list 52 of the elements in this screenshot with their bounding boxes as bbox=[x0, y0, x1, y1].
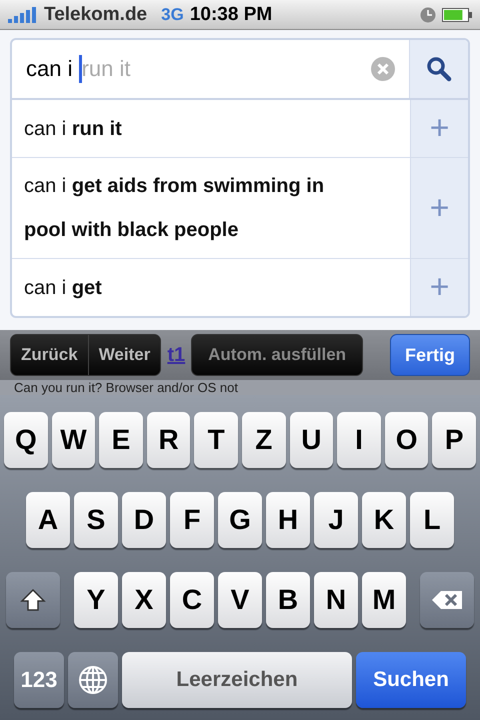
page-text: Can you run it? Browser and/or OS not bbox=[14, 380, 238, 395]
key[interactable]: R bbox=[146, 412, 190, 468]
key[interactable]: L bbox=[410, 492, 454, 548]
key[interactable]: K bbox=[362, 492, 406, 548]
network-type: 3G bbox=[161, 4, 184, 24]
key[interactable]: D bbox=[122, 492, 166, 548]
search-button[interactable] bbox=[409, 40, 468, 98]
key[interactable]: B bbox=[266, 572, 310, 628]
key[interactable]: V bbox=[218, 572, 262, 628]
key[interactable]: H bbox=[266, 492, 310, 548]
key[interactable]: S bbox=[74, 492, 118, 548]
key[interactable]: M bbox=[362, 572, 406, 628]
key[interactable]: Y bbox=[74, 572, 118, 628]
key[interactable]: W bbox=[52, 412, 96, 468]
key[interactable]: Z bbox=[242, 412, 286, 468]
key[interactable]: N bbox=[314, 572, 358, 628]
suggestion-text[interactable]: can i run it bbox=[12, 100, 410, 156]
globe-icon bbox=[78, 665, 108, 695]
search-key[interactable]: Suchen bbox=[356, 652, 466, 708]
key[interactable]: T bbox=[194, 412, 238, 468]
clock-time: 10:38 PM bbox=[190, 4, 272, 26]
shift-key[interactable] bbox=[6, 572, 60, 628]
key[interactable]: O bbox=[384, 412, 428, 468]
search-icon bbox=[426, 56, 452, 82]
nav-button[interactable]: Zurück bbox=[11, 335, 88, 375]
globe-key[interactable] bbox=[68, 652, 118, 708]
suggestion-text[interactable]: can i get aids from swimming in pool with black people bbox=[12, 158, 410, 258]
key[interactable]: J bbox=[314, 492, 358, 548]
nav-button[interactable]: Weiter bbox=[88, 335, 160, 375]
key[interactable]: F bbox=[170, 492, 214, 548]
key[interactable]: G bbox=[218, 492, 262, 548]
suggestion-text[interactable]: can i get bbox=[12, 260, 410, 316]
backspace-icon bbox=[431, 590, 463, 610]
numbers-key[interactable]: 123 bbox=[14, 652, 64, 708]
key[interactable]: A bbox=[26, 492, 70, 548]
autofill-button[interactable]: Autom. ausfüllen bbox=[191, 334, 364, 376]
carrier-name: Telekom.de bbox=[44, 4, 148, 26]
delete-key[interactable] bbox=[420, 572, 474, 628]
key[interactable]: E bbox=[99, 412, 143, 468]
search-field[interactable]: can i run it bbox=[12, 40, 409, 98]
shift-icon bbox=[20, 588, 46, 612]
key[interactable]: Q bbox=[4, 412, 48, 468]
clock-icon bbox=[420, 6, 436, 22]
key[interactable]: C bbox=[170, 572, 214, 628]
key[interactable]: P bbox=[432, 412, 476, 468]
done-button[interactable]: Fertig bbox=[390, 334, 470, 376]
key[interactable]: I bbox=[337, 412, 381, 468]
key[interactable]: U bbox=[290, 412, 334, 468]
key[interactable]: X bbox=[122, 572, 166, 628]
space-key[interactable]: Leerzeichen bbox=[122, 652, 352, 708]
signal-icon bbox=[8, 6, 38, 22]
battery-icon bbox=[442, 8, 472, 22]
